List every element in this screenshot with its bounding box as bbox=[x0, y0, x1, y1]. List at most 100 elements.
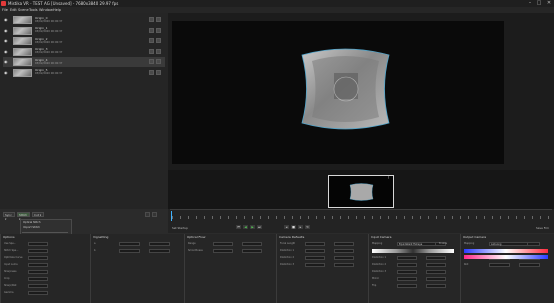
media-lock-button[interactable] bbox=[156, 69, 161, 75]
visibility-eye-icon[interactable]: ◉ bbox=[4, 28, 8, 33]
value-field[interactable] bbox=[519, 263, 540, 267]
media-lock-button[interactable] bbox=[156, 38, 161, 43]
media-lock-button[interactable] bbox=[156, 48, 161, 54]
value-field[interactable] bbox=[489, 263, 510, 267]
value-field[interactable] bbox=[119, 242, 140, 246]
value-field[interactable] bbox=[334, 256, 354, 260]
value-field[interactable] bbox=[397, 277, 417, 281]
cut-button[interactable]: Cut ▾ bbox=[32, 212, 44, 217]
media-option-button[interactable] bbox=[149, 69, 154, 75]
close-button[interactable]: ✕ bbox=[545, 0, 553, 7]
value-field[interactable] bbox=[242, 249, 262, 253]
visibility-eye-icon[interactable]: ◉ bbox=[4, 49, 8, 54]
panel-title: Optical Flow bbox=[187, 234, 206, 239]
stitch-button[interactable]: Stitch ▾ bbox=[17, 212, 30, 221]
media-lock-button[interactable] bbox=[156, 27, 161, 33]
timeline-tick bbox=[332, 216, 333, 219]
media-option-button[interactable] bbox=[149, 48, 154, 54]
media-item[interactable]: ◉ Origin_0 03/02/2020 00:00:37 bbox=[3, 15, 165, 25]
value-field[interactable] bbox=[305, 242, 325, 246]
value-field[interactable] bbox=[426, 263, 446, 267]
maximize-button[interactable]: □ bbox=[535, 0, 543, 7]
luma-gradient[interactable] bbox=[372, 249, 454, 253]
visibility-eye-icon[interactable]: ◉ bbox=[4, 18, 8, 22]
value-field[interactable] bbox=[334, 263, 354, 267]
value-field[interactable] bbox=[213, 242, 233, 246]
mapping-select[interactable]: Equidistant Fisheye bbox=[397, 242, 436, 246]
media-item[interactable]: ◉ Origin_5 03/02/2020 00:00:37 bbox=[3, 68, 165, 78]
value-field[interactable] bbox=[397, 256, 417, 260]
first-frame-button[interactable]: ⏮ bbox=[236, 225, 241, 229]
play-button[interactable]: ▶ bbox=[250, 225, 255, 229]
list-view-button[interactable] bbox=[145, 212, 150, 217]
color-gradient[interactable] bbox=[464, 255, 548, 259]
panel-2: Optical Flow Range Smoothness bbox=[184, 234, 276, 303]
media-item[interactable]: ◉ Origin_3 03/02/2020 00:00:37 bbox=[3, 47, 165, 57]
panel-5: Output CameraMappingPitchYawRollLat-Long bbox=[460, 234, 554, 303]
media-option-button[interactable] bbox=[149, 59, 154, 64]
prev-key-button[interactable]: ◂ bbox=[284, 225, 289, 229]
visibility-eye-icon[interactable]: ◉ bbox=[4, 39, 8, 43]
timeline-tick bbox=[316, 216, 317, 219]
value-field[interactable] bbox=[242, 242, 262, 246]
field-label: Mirror bbox=[372, 277, 380, 280]
media-item[interactable]: ◉ Origin_4 03/02/2020 00:00:37 bbox=[3, 57, 165, 67]
field-label: Focal Length bbox=[280, 242, 296, 245]
timeline-tick bbox=[372, 216, 373, 219]
play-back-button[interactable]: ◀ bbox=[243, 225, 248, 229]
value-field[interactable] bbox=[119, 249, 140, 253]
media-option-button[interactable] bbox=[149, 17, 154, 22]
value-field[interactable] bbox=[426, 270, 446, 274]
grid-view-button[interactable] bbox=[152, 212, 157, 217]
next-key-button[interactable]: ▸ bbox=[298, 225, 303, 229]
value-field[interactable] bbox=[28, 284, 48, 288]
media-option-button[interactable] bbox=[149, 27, 154, 33]
value-field[interactable] bbox=[213, 249, 233, 253]
visibility-eye-icon[interactable]: ◉ bbox=[4, 70, 8, 75]
visibility-eye-icon[interactable]: ◉ bbox=[4, 60, 8, 64]
panel-4: Input CameraMappingFocal LengthDistortio… bbox=[368, 234, 460, 303]
minimize-button[interactable]: – bbox=[526, 0, 534, 7]
value-field[interactable] bbox=[28, 291, 48, 295]
field-label: Sharp/Dist bbox=[4, 284, 17, 287]
media-item[interactable]: ◉ Origin_1 03/02/2020 00:00:37 bbox=[3, 26, 165, 36]
mapping-select[interactable]: Lat-Long bbox=[489, 242, 528, 246]
value-field[interactable] bbox=[305, 249, 325, 253]
timeline-tick bbox=[212, 216, 213, 219]
menu-item-import-stitch[interactable]: Import Stitch bbox=[23, 226, 40, 229]
media-option-button[interactable] bbox=[149, 38, 154, 43]
value-field[interactable] bbox=[426, 284, 446, 288]
frame-thumbnail[interactable] bbox=[328, 175, 394, 208]
value-field[interactable] bbox=[334, 249, 354, 253]
value-field[interactable] bbox=[149, 242, 170, 246]
stop-button[interactable]: ■ bbox=[291, 225, 296, 229]
timeline-tick bbox=[356, 216, 357, 219]
value-field[interactable] bbox=[426, 277, 446, 281]
value-field[interactable] bbox=[426, 256, 446, 260]
media-lock-button[interactable] bbox=[156, 59, 161, 64]
value-field[interactable] bbox=[397, 284, 417, 288]
media-item[interactable]: ◉ Origin_2 03/02/2020 00:00:37 bbox=[3, 36, 165, 46]
value-field[interactable] bbox=[28, 263, 48, 267]
value-field[interactable] bbox=[397, 270, 417, 274]
menu-item-optical-stitch[interactable]: Optical Stitch bbox=[23, 221, 40, 224]
value-field[interactable] bbox=[397, 263, 417, 267]
last-frame-button[interactable]: ⏭ bbox=[257, 225, 262, 229]
value-field[interactable] bbox=[305, 263, 325, 267]
value-field[interactable] bbox=[28, 256, 48, 260]
value-field[interactable] bbox=[28, 242, 48, 246]
value-field[interactable] bbox=[334, 242, 354, 246]
value-field[interactable] bbox=[149, 249, 170, 253]
enable-checkbox[interactable]: Enable bbox=[439, 242, 447, 245]
playhead[interactable] bbox=[171, 211, 173, 221]
timeline[interactable] bbox=[168, 209, 554, 233]
color-gradient[interactable] bbox=[464, 249, 548, 253]
value-field[interactable] bbox=[305, 256, 325, 260]
value-field[interactable] bbox=[28, 270, 48, 274]
value-field[interactable] bbox=[28, 249, 48, 253]
media-lock-button[interactable] bbox=[156, 17, 161, 22]
loop-button[interactable]: ↻ bbox=[305, 225, 310, 229]
sync-button[interactable]: Sync ▾ bbox=[3, 212, 15, 221]
field-label: Range bbox=[188, 242, 196, 245]
value-field[interactable] bbox=[28, 277, 48, 281]
